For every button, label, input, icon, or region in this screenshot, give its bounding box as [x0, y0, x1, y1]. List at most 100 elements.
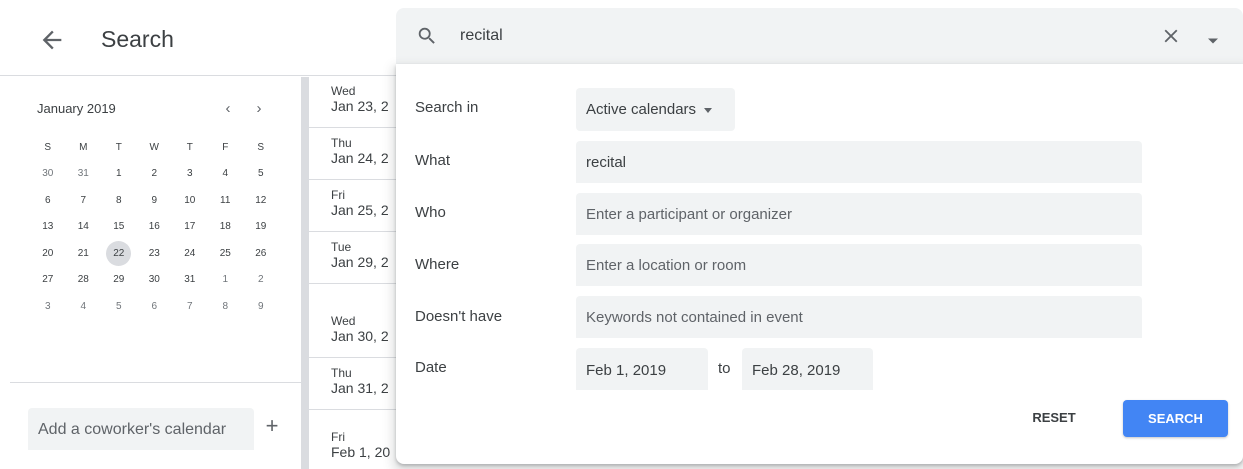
calendar-day[interactable]: 23 — [137, 241, 173, 268]
list-item[interactable]: Wed Jan 30, 2 — [309, 307, 409, 358]
mini-calendar-week: 3 4 5 6 7 8 9 — [30, 294, 279, 321]
calendar-day[interactable]: 4 — [66, 294, 102, 321]
calendar-day[interactable]: 2 — [243, 267, 279, 294]
search-results-list: Wed Jan 23, 2 Thu Jan 24, 2 Fri Jan 25, … — [309, 77, 409, 469]
date-from-field[interactable]: Feb 1, 2019 — [576, 348, 708, 390]
mini-calendar-grid: S M T W T F S 30 31 1 2 3 4 5 6 7 8 9 10… — [30, 141, 279, 320]
calendar-day[interactable]: 6 — [137, 294, 173, 321]
calendar-day[interactable]: 3 — [30, 294, 66, 321]
mini-calendar-week: 30 31 1 2 3 4 5 — [30, 161, 279, 188]
list-item[interactable]: Fri Feb 1, 20 — [309, 423, 409, 469]
calendar-day[interactable]: 9 — [137, 188, 173, 215]
weekday-label: F — [222, 142, 229, 153]
add-icon[interactable]: + — [262, 415, 282, 437]
weekday-label: W — [149, 142, 159, 153]
weekday-label: S — [257, 142, 265, 153]
what-field[interactable] — [576, 141, 1142, 183]
calendar-day[interactable]: 7 — [66, 188, 102, 215]
calendar-day[interactable]: 20 — [30, 241, 66, 268]
where-field[interactable] — [576, 244, 1142, 286]
calendar-day[interactable]: 29 — [101, 267, 137, 294]
add-coworker-field[interactable]: Add a coworker's calendar — [28, 408, 254, 450]
calendar-day[interactable]: 10 — [172, 188, 208, 215]
calendar-day[interactable]: 8 — [208, 294, 244, 321]
date-to-text: to — [718, 360, 731, 377]
caret-down-icon — [704, 107, 713, 113]
calendar-day[interactable]: 5 — [101, 294, 137, 321]
mini-calendar-week: 20 21 22 23 24 25 26 — [30, 240, 279, 268]
caret-down-icon[interactable] — [1207, 32, 1219, 44]
calendar-day[interactable]: 7 — [172, 294, 208, 321]
scrollbar[interactable] — [301, 77, 309, 469]
who-label: Who — [415, 204, 446, 221]
calendar-day[interactable]: 31 — [172, 267, 208, 294]
mini-calendar-weekdays: S M T W T F S — [30, 141, 279, 155]
calendar-day[interactable]: 9 — [243, 294, 279, 321]
calendar-day[interactable]: 24 — [172, 241, 208, 268]
date-to-field[interactable]: Feb 28, 2019 — [742, 348, 873, 390]
doesnt-have-label: Doesn't have — [415, 308, 503, 325]
list-item[interactable]: Thu Jan 24, 2 — [309, 129, 409, 180]
search-button[interactable]: SEARCH — [1123, 400, 1228, 437]
calendar-day[interactable]: 16 — [137, 214, 173, 241]
calendar-day[interactable]: 12 — [243, 188, 279, 215]
calendar-day[interactable]: 14 — [66, 214, 102, 241]
advanced-search-panel: Search in Active calendars What Who Wher… — [396, 64, 1243, 464]
calendar-day[interactable]: 8 — [101, 188, 137, 215]
calendar-day[interactable]: 31 — [66, 161, 102, 188]
calendar-day[interactable]: 15 — [101, 214, 137, 241]
calendar-day[interactable]: 26 — [243, 241, 279, 268]
weekday-label: T — [186, 142, 193, 153]
calendar-day-today[interactable]: 22 — [101, 240, 137, 268]
search-icon — [416, 25, 438, 47]
search-in-select[interactable]: Active calendars — [576, 88, 735, 131]
list-item[interactable]: Wed Jan 23, 2 — [309, 77, 409, 128]
calendar-day[interactable]: 2 — [137, 161, 173, 188]
calendar-day[interactable]: 13 — [30, 214, 66, 241]
reset-button[interactable]: RESET — [1023, 400, 1085, 436]
calendar-day[interactable]: 3 — [172, 161, 208, 188]
list-item[interactable]: Tue Jan 29, 2 — [309, 233, 409, 284]
close-icon[interactable] — [1160, 25, 1182, 47]
search-input[interactable] — [460, 22, 1060, 50]
mini-calendar-week: 6 7 8 9 10 11 12 — [30, 188, 279, 215]
calendar-day[interactable]: 4 — [208, 161, 244, 188]
date-label: Date — [415, 359, 447, 376]
chevron-left-icon[interactable]: ‹ — [218, 99, 238, 119]
calendar-day[interactable]: 25 — [208, 241, 244, 268]
search-in-label: Search in — [415, 99, 479, 116]
calendar-day[interactable]: 30 — [30, 161, 66, 188]
calendar-day[interactable]: 28 — [66, 267, 102, 294]
page-title: Search — [101, 26, 174, 52]
calendar-day[interactable]: 17 — [172, 214, 208, 241]
calendar-day[interactable]: 27 — [30, 267, 66, 294]
list-item[interactable]: Fri Jan 25, 2 — [309, 181, 409, 232]
what-label: What — [415, 152, 451, 169]
calendar-day[interactable]: 11 — [208, 188, 244, 215]
calendar-day[interactable]: 1 — [208, 267, 244, 294]
calendar-day[interactable]: 30 — [137, 267, 173, 294]
who-field[interactable] — [576, 193, 1142, 235]
calendar-day[interactable]: 5 — [243, 161, 279, 188]
mini-calendar-week: 13 14 15 16 17 18 19 — [30, 214, 279, 241]
mini-calendar-week: 27 28 29 30 31 1 2 — [30, 267, 279, 294]
calendar-day[interactable]: 6 — [30, 188, 66, 215]
doesnt-have-field[interactable] — [576, 296, 1142, 338]
weekday-label: T — [115, 142, 122, 153]
mini-calendar-month: January 2019 — [37, 101, 116, 116]
calendar-day[interactable]: 1 — [101, 161, 137, 188]
today-number: 22 — [106, 240, 132, 266]
back-arrow-icon[interactable] — [38, 26, 66, 54]
search-bar — [396, 8, 1243, 64]
weekday-label: M — [79, 142, 88, 153]
where-label: Where — [415, 256, 460, 273]
weekday-label: S — [44, 142, 52, 153]
calendar-day[interactable]: 19 — [243, 214, 279, 241]
chevron-right-icon[interactable]: › — [249, 99, 269, 119]
calendar-day[interactable]: 18 — [208, 214, 244, 241]
list-item[interactable]: Thu Jan 31, 2 — [309, 359, 409, 410]
calendar-day[interactable]: 21 — [66, 241, 102, 268]
search-in-value: Active calendars — [586, 101, 697, 118]
sidebar: January 2019 ‹ › S M T W T F S 30 31 1 2… — [0, 77, 301, 469]
sidebar-divider — [10, 382, 301, 383]
